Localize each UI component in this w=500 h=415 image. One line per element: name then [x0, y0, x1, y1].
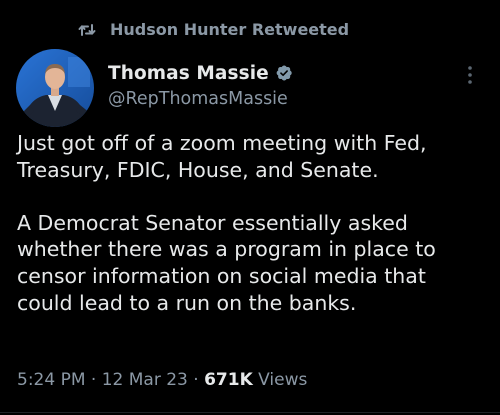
- tweet-paragraph: Just got off of a zoom meeting with Fed,…: [17, 131, 427, 182]
- author-name-row: Thomas Massie: [108, 60, 293, 86]
- views-count[interactable]: 671K: [204, 370, 253, 390]
- views-label: Views: [258, 370, 308, 390]
- more-options-button[interactable]: [458, 62, 482, 88]
- retweet-context[interactable]: Hudson Hunter Retweeted: [78, 17, 349, 41]
- tweet-paragraph: A Democrat Senator essentially asked whe…: [17, 210, 436, 315]
- author-block: Thomas Massie @RepThomasMassie: [108, 60, 293, 111]
- tweet-card[interactable]: Hudson Hunter Retweeted Thomas Massie @R…: [0, 0, 500, 415]
- author-display-name[interactable]: Thomas Massie: [108, 63, 269, 84]
- avatar[interactable]: [16, 49, 94, 127]
- tweet-text: Just got off of a zoom meeting with Fed,…: [17, 130, 492, 316]
- author-handle[interactable]: @RepThomasMassie: [108, 87, 293, 111]
- more-dots-icon: [458, 66, 482, 92]
- tweet-date[interactable]: 12 Mar 23: [102, 370, 188, 390]
- retweet-label: Hudson Hunter Retweeted: [110, 19, 350, 39]
- tweet-time[interactable]: 5:24 PM: [17, 370, 86, 390]
- verified-badge-icon[interactable]: [275, 64, 293, 82]
- tweet-meta: 5:24 PM · 12 Mar 23 · 671K Views: [17, 367, 307, 393]
- divider: [0, 412, 500, 413]
- meta-separator: ·: [193, 370, 199, 390]
- meta-separator: ·: [90, 370, 97, 390]
- retweet-icon: [78, 22, 96, 36]
